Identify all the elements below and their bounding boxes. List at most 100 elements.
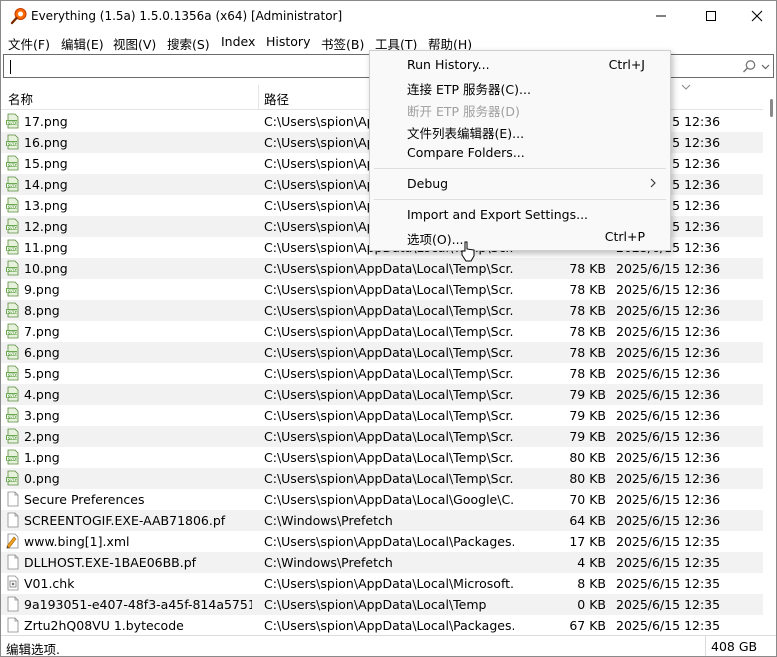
png-file-icon: PNG	[6, 281, 19, 297]
column-name-header[interactable]: 名称	[8, 89, 33, 108]
file-size: 80 KB	[569, 471, 606, 486]
file-date-modified: 2025/6/15 12:36	[616, 408, 721, 423]
file-size: 8 KB	[577, 576, 606, 591]
menu-edit[interactable]: 编辑(E)	[61, 34, 104, 53]
table-row[interactable]: PNG 0.png C:\Users\spion\AppData\Local\Tem…	[1, 468, 763, 489]
table-row[interactable]: PNG 3.png C:\Users\spion\AppData\Local\Tem…	[1, 405, 763, 426]
file-date-modified: 2025/6/15 12:36	[616, 261, 721, 276]
table-row[interactable]: SCREENTOGIF.EXE-AAB71806.pf C:\Windows\Pr…	[1, 510, 763, 531]
table-row[interactable]: PNG 6.png C:\Users\spion\AppData\Local\Tem…	[1, 342, 763, 363]
file-name: 13.png	[24, 198, 68, 213]
file-name: 2.png	[24, 429, 60, 444]
png-file-icon: PNG	[6, 134, 19, 150]
png-file-icon: PNG	[6, 449, 19, 465]
menu-item-options[interactable]: 选项(O)... Ctrl+P	[370, 226, 670, 248]
file-date-modified: 2025/6/15 12:36	[616, 387, 721, 402]
xml-file-icon	[6, 533, 19, 549]
file-name: 8.png	[24, 303, 60, 318]
file-date-modified: 2025/6/15 12:36	[616, 345, 721, 360]
menu-view[interactable]: 视图(V)	[113, 34, 156, 53]
status-text: 编辑选项.	[6, 642, 60, 657]
table-row[interactable]: PNG 4.png C:\Users\spion\AppData\Local\Tem…	[1, 384, 763, 405]
file-size: 4 KB	[577, 555, 606, 570]
file-name: Zrtu2hQ08VU 1.bytecode	[24, 618, 184, 633]
file-date-modified: 2025/6/15 12:35	[616, 555, 721, 570]
scrollbar-thumb[interactable]	[770, 99, 773, 117]
png-file-icon: PNG	[6, 218, 19, 234]
file-name: Secure Preferences	[24, 492, 145, 507]
svg-text:PNG: PNG	[7, 477, 18, 483]
table-row[interactable]: DLLHOST.EXE-1BAE06BB.pf C:\Windows\Prefet…	[1, 552, 763, 573]
file-name: 16.png	[24, 135, 68, 150]
file-icon	[7, 596, 19, 612]
file-icon	[7, 491, 19, 507]
table-row[interactable]: PNG 10.png C:\Users\spion\AppData\Local\Te…	[1, 258, 763, 279]
svg-text:PNG: PNG	[7, 246, 18, 252]
mouse-cursor-icon	[461, 241, 475, 262]
table-row[interactable]: PNG 8.png C:\Users\spion\AppData\Local\Tem…	[1, 300, 763, 321]
table-row[interactable]: 9a193051-e407-48f3-a45f-814a5751b... C:\U…	[1, 594, 763, 615]
table-row[interactable]: Secure Preferences C:\Users\spion\AppData…	[1, 489, 763, 510]
menu-item-compare-folders[interactable]: Compare Folders...	[370, 142, 670, 164]
png-file-icon: PNG	[6, 260, 19, 276]
file-size: 79 KB	[569, 408, 606, 423]
close-button[interactable]	[734, 1, 776, 31]
file-path: C:\Users\spion\AppData\Local\Temp\Scr...	[264, 261, 514, 276]
minimize-button[interactable]	[638, 1, 684, 31]
chevron-down-icon[interactable]	[761, 62, 770, 71]
file-path: C:\Users\spion\AppData\Local\Microsoft..…	[264, 576, 514, 591]
menu-bookmarks[interactable]: 书签(B)	[321, 34, 364, 53]
vertical-scrollbar[interactable]	[764, 85, 776, 635]
column-divider[interactable]	[258, 85, 259, 109]
menu-item-import-export[interactable]: Import and Export Settings...	[370, 204, 670, 226]
png-file-icon: PNG	[6, 197, 19, 213]
file-size: 79 KB	[569, 429, 606, 444]
window-title: Everything (1.5a) 1.5.0.1356a (x64) [Adm…	[31, 9, 343, 23]
table-row[interactable]: V01.chk C:\Users\spion\AppData\Local\Micr…	[1, 573, 763, 594]
table-row[interactable]: www.bing[1].xml C:\Users\spion\AppData\Lo…	[1, 531, 763, 552]
file-path: C:\Windows\Prefetch	[264, 513, 393, 528]
svg-text:PNG: PNG	[7, 225, 18, 231]
file-size: 78 KB	[569, 345, 606, 360]
menu-bar: 文件(F) 编辑(E) 视图(V) 搜索(S) Index History 书签…	[1, 31, 776, 52]
file-size: 78 KB	[569, 324, 606, 339]
svg-text:PNG: PNG	[7, 351, 18, 357]
svg-text:PNG: PNG	[7, 372, 18, 378]
png-file-icon: PNG	[6, 386, 19, 402]
menu-search[interactable]: 搜索(S)	[167, 34, 210, 53]
file-size: 64 KB	[569, 513, 606, 528]
maximize-button[interactable]	[688, 1, 734, 31]
file-path: C:\Users\spion\AppData\Local\Google\C...	[264, 492, 514, 507]
table-row[interactable]: PNG 5.png C:\Users\spion\AppData\Local\Tem…	[1, 363, 763, 384]
svg-text:PNG: PNG	[7, 120, 18, 126]
table-row[interactable]: PNG 2.png C:\Users\spion\AppData\Local\Tem…	[1, 426, 763, 447]
file-name: 9.png	[24, 282, 60, 297]
title-bar[interactable]: Everything (1.5a) 1.5.0.1356a (x64) [Adm…	[1, 1, 776, 31]
menu-item-shortcut: Ctrl+P	[604, 229, 645, 244]
svg-text:PNG: PNG	[7, 183, 18, 189]
svg-text:PNG: PNG	[7, 456, 18, 462]
file-path: C:\Users\spion\AppData\Local\Temp\Scr...	[264, 324, 514, 339]
column-path-header[interactable]: 路径	[264, 89, 289, 108]
file-name: V01.chk	[24, 576, 75, 591]
file-size: 0 KB	[577, 597, 606, 612]
table-row[interactable]: Zrtu2hQ08VU 1.bytecode C:\Users\spion\App…	[1, 615, 763, 635]
everything-app-icon	[10, 8, 27, 25]
menu-history[interactable]: History	[266, 34, 310, 49]
menu-item-label: 连接 ETP 服务器(C)...	[407, 82, 531, 97]
file-path: C:\Users\spion\AppData\Local\Temp\Scr...	[264, 345, 514, 360]
menu-item-run-history[interactable]: Run History... Ctrl+J	[370, 54, 670, 76]
menu-separator	[374, 168, 666, 169]
svg-text:PNG: PNG	[7, 267, 18, 273]
menu-item-debug[interactable]: Debug	[370, 173, 670, 195]
menu-item-file-list-editor[interactable]: 文件列表编辑器(E)...	[370, 120, 670, 142]
menu-file[interactable]: 文件(F)	[8, 34, 50, 53]
search-icon[interactable]	[742, 59, 757, 74]
png-file-icon: PNG	[6, 470, 19, 486]
menu-item-connect-etp[interactable]: 连接 ETP 服务器(C)...	[370, 76, 670, 98]
table-row[interactable]: PNG 9.png C:\Users\spion\AppData\Local\Tem…	[1, 279, 763, 300]
menu-item-label: Run History...	[407, 57, 490, 72]
table-row[interactable]: PNG 7.png C:\Users\spion\AppData\Local\Tem…	[1, 321, 763, 342]
table-row[interactable]: PNG 1.png C:\Users\spion\AppData\Local\Tem…	[1, 447, 763, 468]
menu-index[interactable]: Index	[221, 34, 255, 49]
